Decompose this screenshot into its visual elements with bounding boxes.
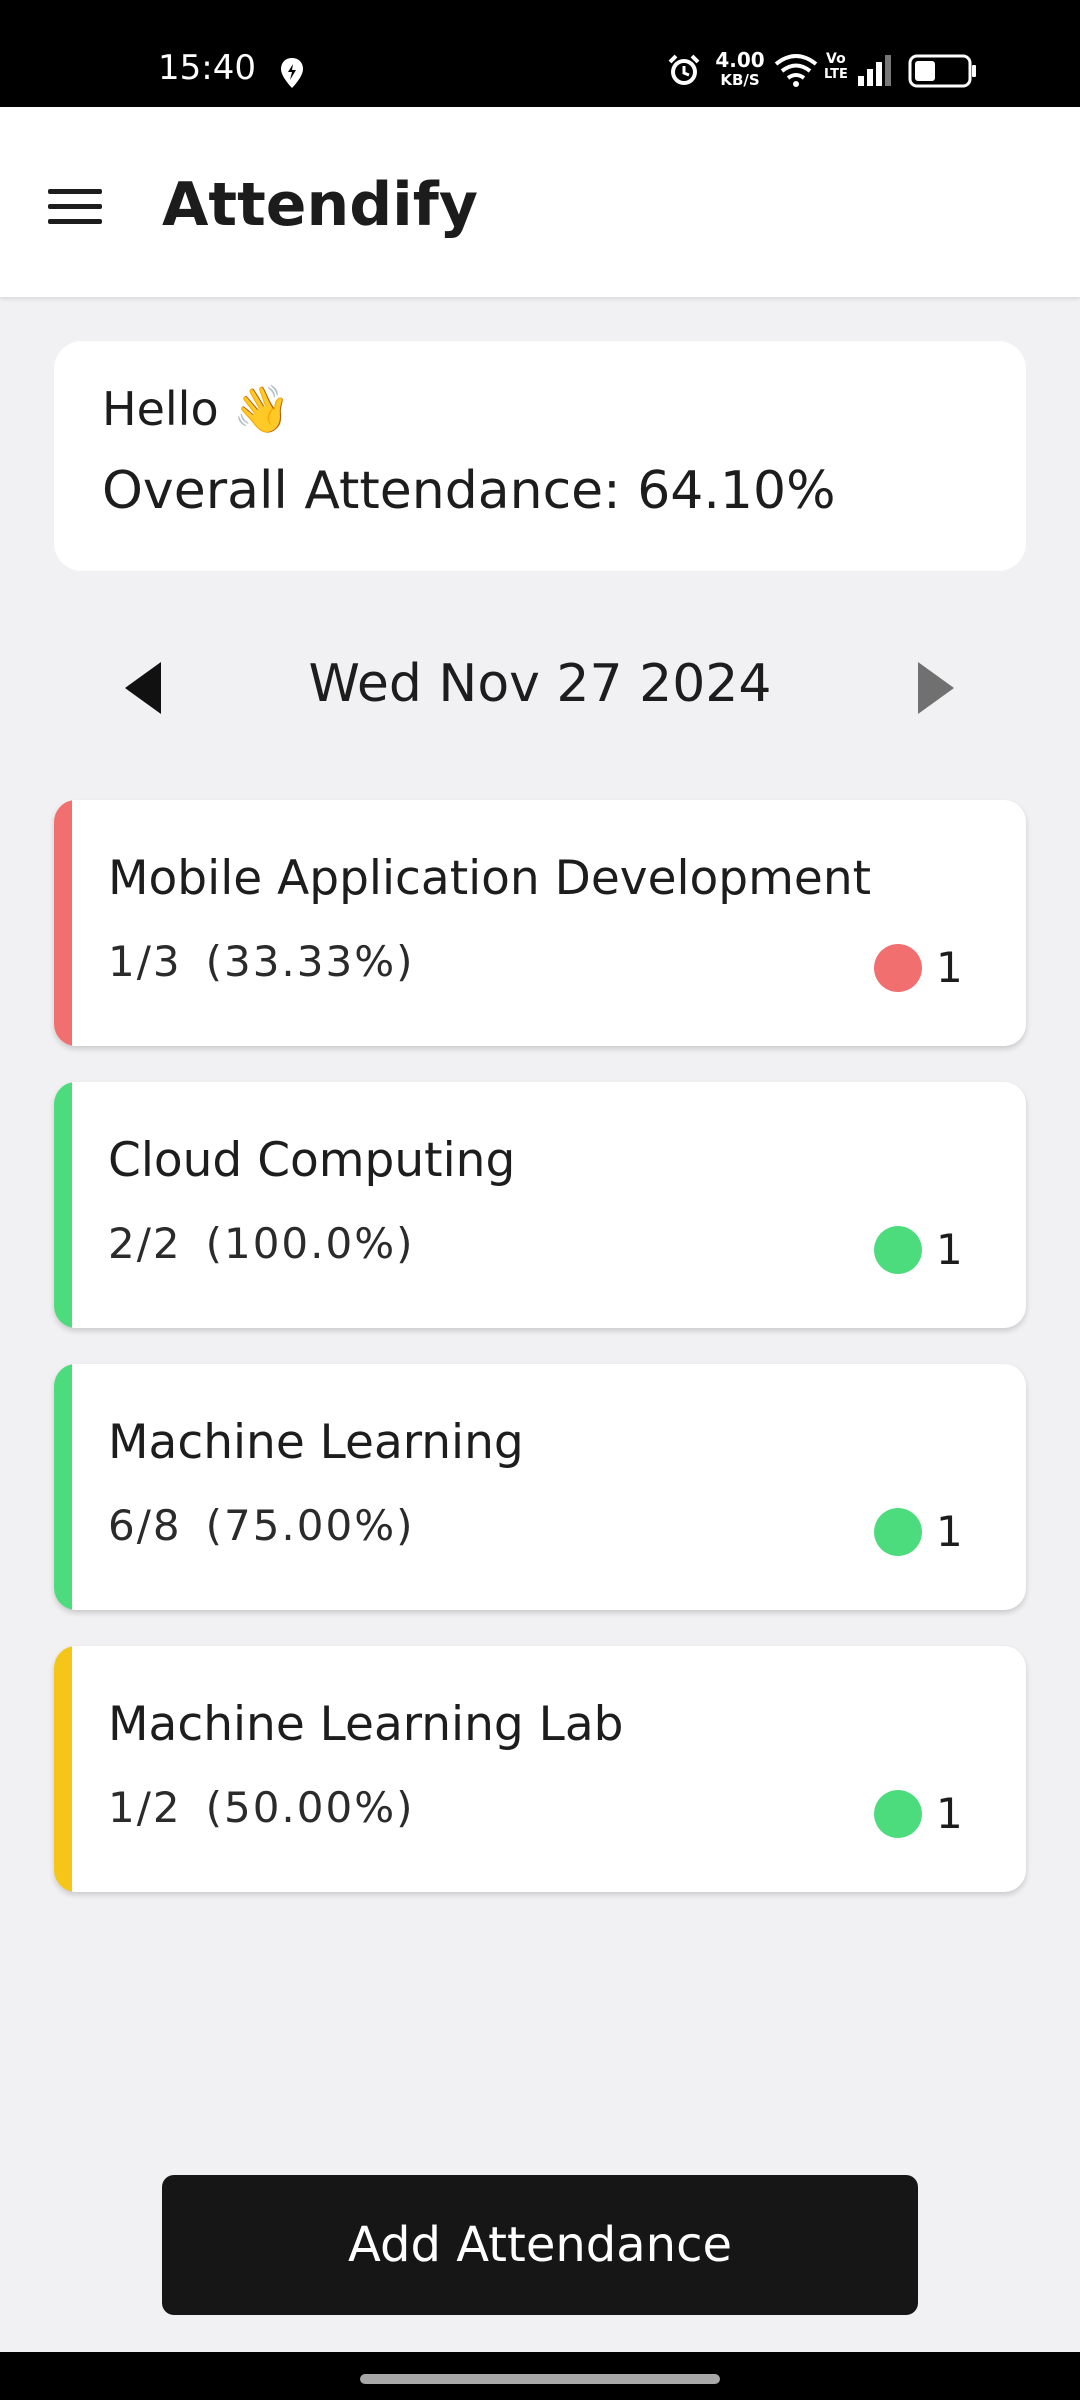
home-indicator[interactable] (360, 2374, 720, 2384)
course-card-mobile-application-development[interactable]: Mobile Application Development 1/3 (33.33… (54, 800, 1026, 1046)
course-percent: (75.00%) (205, 1501, 415, 1550)
course-count: 1 (936, 943, 963, 992)
volte-bottom: LTE (824, 67, 848, 82)
net-speed-unit: KB/S (720, 71, 760, 89)
status-bar: 15:40 4.00 KB/S Vo LTE (0, 0, 1080, 107)
course-card-machine-learning-lab[interactable]: Machine Learning Lab 1/2 (50.00%) 1 (54, 1646, 1026, 1892)
app-title: Attendify (162, 170, 478, 240)
course-status-accent (54, 800, 72, 1046)
course-count: 1 (936, 1225, 963, 1274)
greeting-hello: Hello 👋 (102, 381, 291, 437)
hello-text: Hello (102, 382, 219, 436)
course-count: 1 (936, 1789, 963, 1838)
status-dot-icon (874, 1226, 922, 1274)
app-bar: Attendify (0, 107, 1080, 297)
course-status-accent (54, 1082, 72, 1328)
date-navigator: Wed Nov 27 2024 (0, 640, 1080, 730)
status-icons: 4.00 KB/S Vo LTE (660, 0, 1080, 107)
net-speed-value: 4.00 (715, 48, 765, 72)
caret-right-icon[interactable] (904, 658, 964, 718)
volte-top: Vo (826, 51, 846, 67)
status-dot-icon (874, 1790, 922, 1838)
wifi-icon (774, 54, 818, 87)
course-ratio: 2/2 (108, 1219, 182, 1268)
course-stats: 6/8 (75.00%) (108, 1500, 415, 1552)
course-percent: (100.0%) (205, 1219, 415, 1268)
signal-icon (858, 55, 891, 86)
course-name: Cloud Computing (108, 1133, 516, 1188)
course-card-cloud-computing[interactable]: Cloud Computing 2/2 (100.0%) 1 (54, 1082, 1026, 1328)
course-ratio: 1/2 (108, 1783, 182, 1832)
course-stats: 2/2 (100.0%) (108, 1218, 415, 1270)
course-ratio: 6/8 (108, 1501, 182, 1550)
battery-icon (908, 54, 976, 88)
alarm-icon (668, 54, 700, 85)
system-nav-bar (0, 2352, 1080, 2400)
course-name: Machine Learning (108, 1415, 524, 1470)
course-percent: (33.33%) (205, 937, 415, 986)
add-attendance-button[interactable]: Add Attendance (162, 2175, 918, 2315)
status-time: 15:40 (158, 48, 256, 88)
course-status-accent (54, 1646, 72, 1892)
course-name: Machine Learning Lab (108, 1697, 624, 1752)
course-ratio: 1/3 (108, 937, 182, 986)
course-stats: 1/2 (50.00%) (108, 1782, 415, 1834)
status-dot-icon (874, 944, 922, 992)
course-count: 1 (936, 1507, 963, 1556)
wave-emoji-icon: 👋 (233, 382, 291, 436)
course-status-accent (54, 1364, 72, 1610)
overall-attendance: Overall Attendance: 64.10% (102, 461, 836, 521)
hamburger-menu-icon[interactable] (40, 179, 110, 235)
course-card-machine-learning[interactable]: Machine Learning 6/8 (75.00%) 1 (54, 1364, 1026, 1610)
course-stats: 1/3 (33.33%) (108, 936, 415, 988)
greeting-card: Hello 👋 Overall Attendance: 64.10% (54, 341, 1026, 571)
course-percent: (50.00%) (205, 1783, 415, 1832)
location-icon (281, 58, 303, 88)
course-name: Mobile Application Development (108, 851, 872, 906)
status-dot-icon (874, 1508, 922, 1556)
